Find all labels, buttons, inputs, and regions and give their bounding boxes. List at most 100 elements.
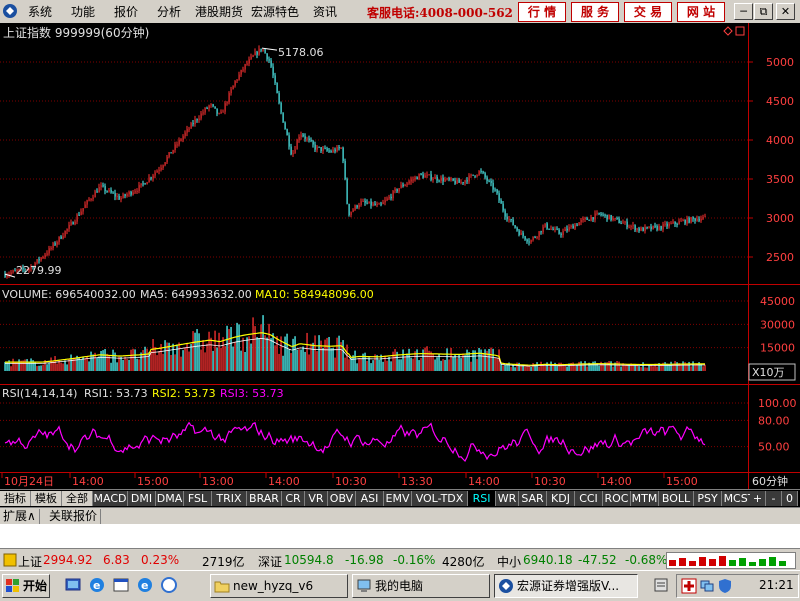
candle-body — [190, 123, 192, 129]
close-button[interactable]: ✕ — [776, 3, 795, 20]
volume-bar — [80, 359, 82, 371]
expand-tab[interactable]: 扩展∧ — [0, 509, 40, 524]
indicator-tab-全部[interactable]: 全部 — [62, 491, 93, 506]
volume-bar — [142, 350, 144, 371]
volume-bar — [502, 365, 504, 371]
indicator-tab-sar[interactable]: SAR — [519, 491, 547, 506]
restore-button[interactable]: ⧉ — [754, 3, 773, 20]
menu-function[interactable]: 功能 — [71, 3, 95, 20]
volume-bar — [392, 351, 394, 371]
indicator-tab-emv[interactable]: EMV — [384, 491, 412, 506]
candle-body — [176, 144, 178, 146]
indicator-tab-vr[interactable]: VR — [305, 491, 328, 506]
meter-bar — [779, 561, 786, 566]
menu-analysis[interactable]: 分析 — [157, 3, 181, 20]
indicator-tab-macd[interactable]: MACD — [93, 491, 128, 506]
candle-body — [244, 64, 246, 70]
candle-body — [664, 223, 666, 225]
taskbar-window-folder[interactable]: new_hyzq_v6 — [210, 574, 348, 598]
reset-indicator-button[interactable]: 0 — [782, 491, 798, 506]
indicator-tab-kdj[interactable]: KDJ — [547, 491, 575, 506]
candle-body — [132, 192, 134, 195]
volume-bar — [420, 358, 422, 371]
network-icon[interactable] — [699, 578, 715, 594]
candle-body — [258, 48, 260, 55]
trade-button[interactable]: 交 易 — [624, 2, 672, 22]
time-tick-label: 14:00 — [468, 475, 500, 488]
candle-body — [444, 179, 446, 182]
candle-body — [240, 69, 242, 75]
indicator-tab-cr[interactable]: CR — [282, 491, 305, 506]
service-button[interactable]: 服 务 — [571, 2, 619, 22]
menu-system[interactable]: 系统 — [28, 3, 52, 20]
price-tick-label: 3500 — [766, 173, 794, 186]
time-tick-label: 13:00 — [202, 475, 234, 488]
indicator-tab-brar[interactable]: BRAR — [247, 491, 282, 506]
candle-body — [182, 136, 184, 140]
taskbar-window-app[interactable]: 宏源证券增强版V... — [494, 574, 638, 598]
candle-body — [426, 174, 428, 176]
volume-bar — [238, 324, 240, 371]
candle-body — [488, 180, 490, 182]
indicator-tab-指标[interactable]: 指标 — [0, 491, 31, 506]
candle-body — [434, 176, 436, 179]
candle-body — [612, 218, 614, 220]
indicator-tab-wr[interactable]: WR — [496, 491, 519, 506]
indicator-tab-trix[interactable]: TRIX — [212, 491, 247, 506]
shield-icon[interactable] — [717, 578, 733, 594]
candle-body — [618, 218, 620, 224]
indicator-tab-cci[interactable]: CCI — [575, 491, 603, 506]
volume-unit-label: X10万 — [752, 366, 785, 379]
messenger-icon[interactable] — [160, 576, 178, 594]
start-button[interactable]: 开始 — [2, 574, 50, 598]
internet-explorer-icon[interactable]: e — [88, 576, 106, 594]
indicator-tab-vol-tdx[interactable]: VOL-TDX — [412, 491, 468, 506]
candle-body — [228, 93, 230, 103]
volume-bar — [276, 336, 278, 371]
candle-body — [302, 134, 304, 137]
volume-bar — [560, 362, 562, 371]
sh-amount: 2719亿 — [202, 555, 245, 569]
indicator-tab-psy[interactable]: PSY — [694, 491, 722, 506]
browser-icon[interactable]: e — [136, 576, 154, 594]
quote-button[interactable]: 行 情 — [518, 2, 566, 22]
time-tick-label: 13:30 — [401, 475, 433, 488]
volume-bar — [288, 349, 290, 371]
stock-chart-area[interactable]: 上证指数 999999(60分钟) 5178.06 2279.99 5000 45… — [0, 23, 800, 489]
related-quotes-tab[interactable]: 关联报价 — [46, 509, 102, 524]
website-button[interactable]: 网 站 — [677, 2, 725, 22]
indicator-tab-rsi[interactable]: RSI — [468, 491, 496, 506]
indicator-tab-asi[interactable]: ASI — [356, 491, 384, 506]
volume-bar — [50, 357, 52, 371]
minimize-button[interactable]: ─ — [734, 3, 753, 20]
indicator-tab-fsl[interactable]: FSL — [184, 491, 212, 506]
candle-body — [530, 240, 532, 243]
menu-news[interactable]: 资讯 — [313, 3, 337, 20]
indicator-tab-obv[interactable]: OBV — [328, 491, 356, 506]
volume-bar — [514, 367, 516, 371]
menu-quote[interactable]: 报价 — [114, 3, 138, 20]
security-icon[interactable] — [681, 578, 697, 594]
taskbar-window-computer[interactable]: 我的电脑 — [352, 574, 490, 598]
indicator-tab-dmi[interactable]: DMI — [128, 491, 156, 506]
sub-tab-bar: 扩展∧ 关联报价 — [0, 507, 800, 525]
indicator-tab-mtm[interactable]: MTM — [631, 491, 659, 506]
keyboard-icon[interactable] — [654, 577, 668, 593]
indicator-tab-boll[interactable]: BOLL — [659, 491, 694, 506]
indicator-tab-dma[interactable]: DMA — [156, 491, 184, 506]
menu-hk-futures[interactable]: 港股期货 — [195, 3, 243, 20]
volume-bar — [220, 347, 222, 371]
menu-hongyuan-special[interactable]: 宏源特色 — [251, 3, 299, 20]
volume-bar — [88, 361, 90, 371]
add-indicator-button[interactable]: + — [750, 491, 766, 506]
window-icon[interactable] — [112, 576, 130, 594]
indicator-tab-模板[interactable]: 模板 — [31, 491, 62, 506]
volume-bar — [306, 332, 308, 371]
remove-indicator-button[interactable]: - — [766, 491, 782, 506]
candle-body — [284, 122, 286, 130]
show-desktop-icon[interactable] — [64, 576, 82, 594]
indicator-tab-roc[interactable]: ROC — [603, 491, 631, 506]
volume-bar — [106, 353, 108, 371]
candle-body — [522, 232, 524, 237]
candle-body — [658, 226, 660, 230]
